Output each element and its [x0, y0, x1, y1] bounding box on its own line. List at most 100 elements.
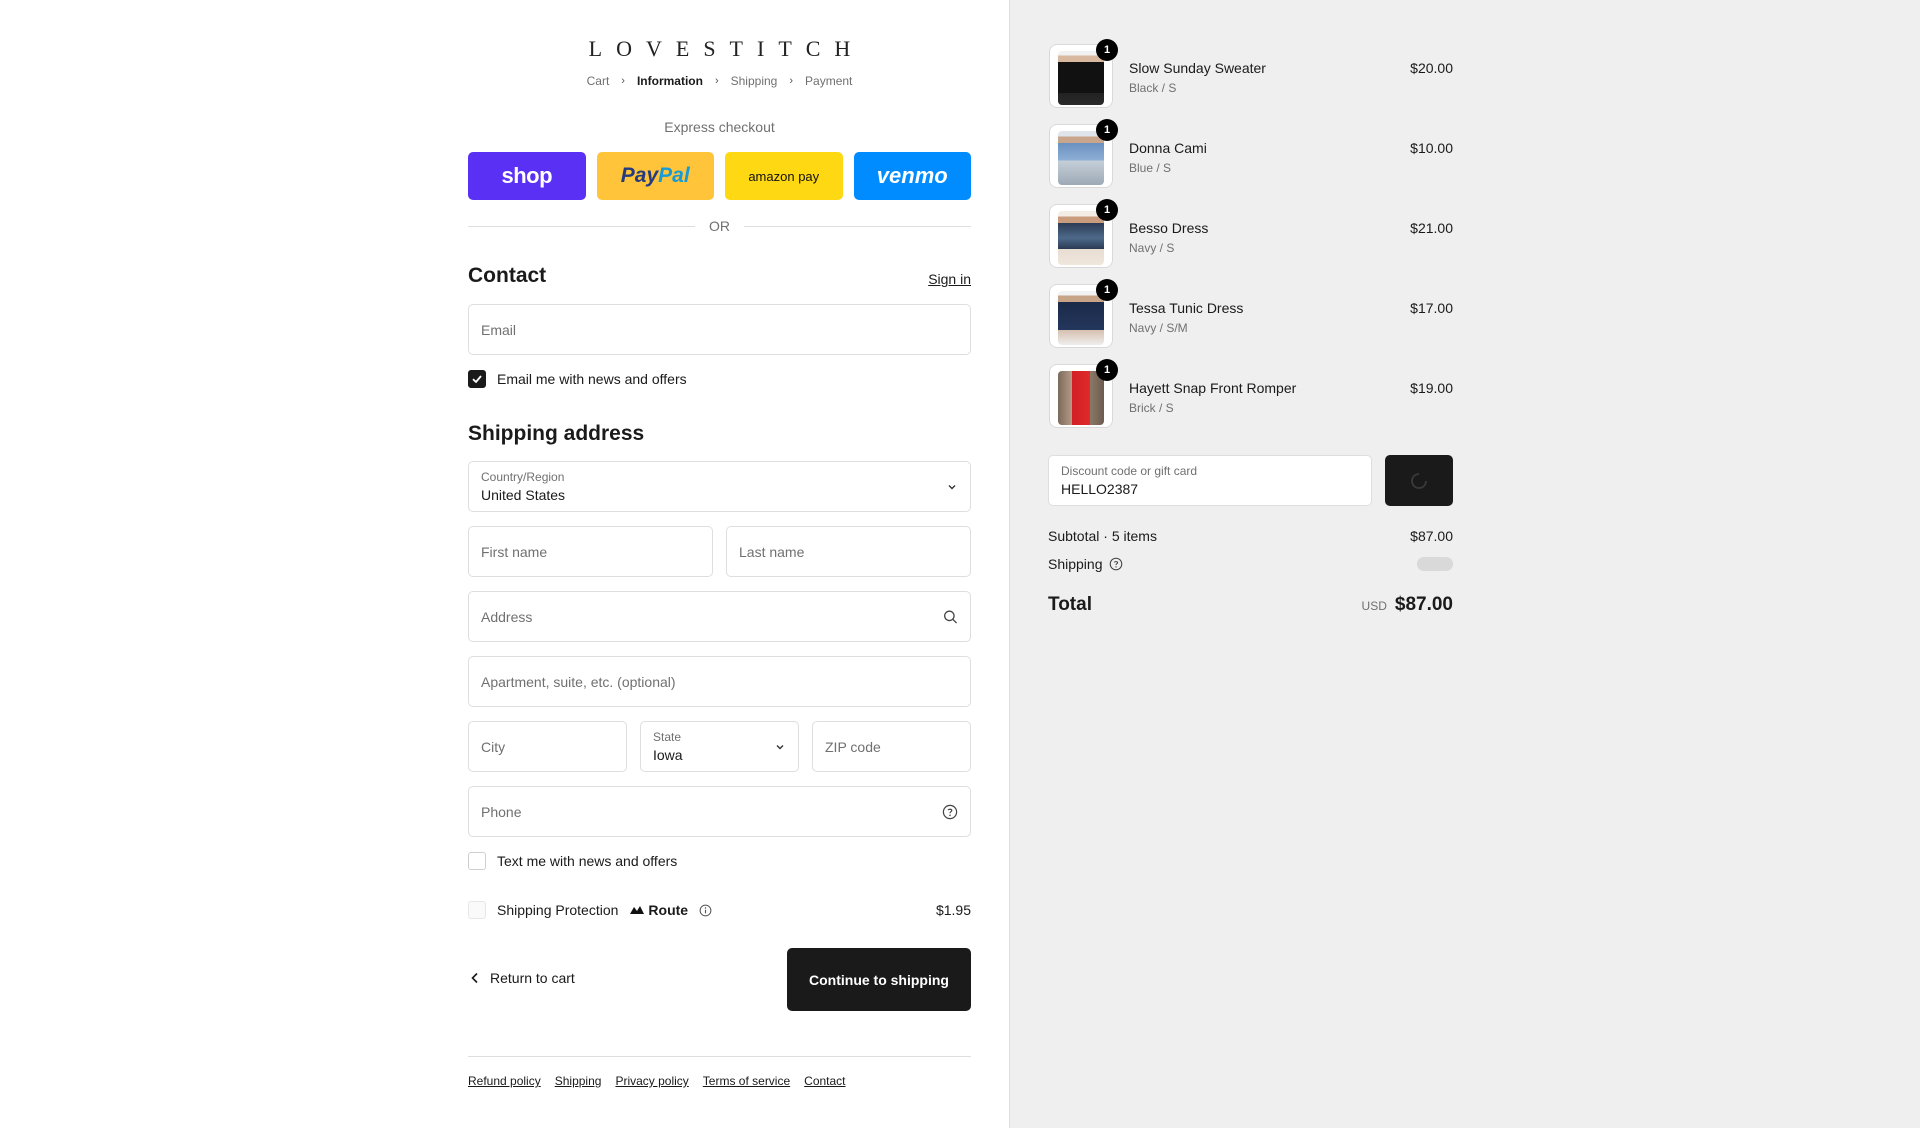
item-variant: Brick / S — [1129, 401, 1174, 415]
return-to-cart-label: Return to cart — [490, 970, 575, 986]
phone-input[interactable] — [469, 787, 970, 836]
info-icon[interactable] — [699, 904, 712, 917]
shipping-protection-checkbox[interactable]: Shipping Protection Route — [468, 901, 712, 919]
cart-item: 1 Besso Dress Navy / S $21.00 — [1049, 199, 1453, 284]
zip-field[interactable] — [812, 721, 971, 772]
address-input[interactable] — [469, 592, 970, 641]
first-name-field[interactable] — [468, 526, 713, 577]
country-select[interactable]: Country/Region United States — [468, 461, 971, 512]
checkbox-unchecked[interactable] — [468, 852, 486, 870]
item-variant: Navy / S — [1129, 241, 1175, 255]
sms-optin-checkbox[interactable]: Text me with news and offers — [468, 852, 677, 870]
item-name: Donna Cami — [1129, 140, 1207, 156]
email-optin-checkbox[interactable]: Email me with news and offers — [468, 370, 687, 388]
product-image — [1058, 51, 1104, 105]
shipping-policy-link[interactable]: Shipping — [555, 1074, 602, 1088]
loading-spinner-icon — [1411, 472, 1427, 489]
item-price: $19.00 — [1410, 380, 1453, 396]
product-thumbnail: 1 — [1049, 119, 1118, 188]
product-image — [1058, 211, 1104, 265]
apartment-input[interactable] — [469, 657, 970, 706]
privacy-policy-link[interactable]: Privacy policy — [615, 1074, 688, 1088]
item-name: Besso Dress — [1129, 220, 1209, 236]
paypal-button[interactable]: Pay Pal — [596, 152, 714, 200]
chevron-right-icon: › — [789, 75, 794, 87]
quantity-badge: 1 — [1096, 279, 1118, 301]
paypal-label-pay: Pay — [620, 164, 659, 187]
product-image — [1058, 291, 1104, 345]
venmo-button[interactable]: venmo — [853, 152, 971, 200]
item-info: Donna Cami Blue / S — [1129, 140, 1207, 175]
subtotal-label: Subtotal · 5 items — [1048, 528, 1157, 544]
item-price: $21.00 — [1410, 220, 1453, 236]
email-field[interactable] — [468, 304, 971, 355]
zip-input[interactable] — [813, 722, 970, 771]
checkmark-icon — [472, 375, 482, 384]
email-optin-label: Email me with news and offers — [497, 371, 687, 387]
discount-label: Discount code or gift card — [1061, 464, 1198, 478]
last-name-field[interactable] — [726, 526, 971, 577]
phone-field[interactable] — [468, 786, 971, 837]
express-checkout-label: Express checkout — [664, 119, 775, 135]
cart-item: 1 Donna Cami Blue / S $10.00 — [1049, 119, 1453, 204]
item-variant: Navy / S/M — [1129, 321, 1188, 335]
divider-line — [468, 225, 695, 227]
first-name-input[interactable] — [469, 527, 712, 576]
checkbox-unchecked[interactable] — [468, 901, 486, 919]
breadcrumb-payment: Payment — [805, 74, 853, 88]
search-icon[interactable] — [943, 609, 958, 624]
paypal-label-pal: Pal — [658, 164, 690, 187]
quantity-badge: 1 — [1096, 39, 1118, 61]
product-thumbnail: 1 — [1049, 359, 1118, 428]
shipping-row: Shipping — [1048, 556, 1453, 572]
item-info: Hayett Snap Front Romper Brick / S — [1129, 380, 1296, 415]
shipping-loading-placeholder — [1417, 557, 1453, 571]
total-label: Total — [1048, 594, 1092, 615]
item-name: Slow Sunday Sweater — [1129, 60, 1266, 76]
sign-in-link[interactable]: Sign in — [928, 271, 971, 287]
item-variant: Blue / S — [1129, 161, 1172, 175]
item-price: $10.00 — [1410, 140, 1453, 156]
state-label: State — [653, 730, 682, 744]
apartment-field[interactable] — [468, 656, 971, 707]
item-price: $20.00 — [1410, 60, 1453, 76]
city-input[interactable] — [469, 722, 626, 771]
total-value-group: USD $87.00 — [1362, 594, 1453, 616]
chevron-down-icon — [774, 741, 786, 753]
item-info: Besso Dress Navy / S — [1129, 220, 1208, 255]
contact-heading: Contact — [468, 264, 547, 287]
city-field[interactable] — [468, 721, 627, 772]
route-label: Route — [648, 902, 689, 918]
return-to-cart-link[interactable]: Return to cart — [470, 970, 575, 986]
product-image — [1058, 131, 1104, 185]
subtotal-value: $87.00 — [1410, 528, 1453, 544]
continue-to-shipping-button[interactable]: Continue to shipping — [787, 948, 971, 1011]
contact-link[interactable]: Contact — [804, 1074, 845, 1088]
help-circle-icon[interactable] — [1109, 557, 1123, 571]
quantity-badge: 1 — [1096, 359, 1118, 381]
shop-pay-button[interactable]: shop — [468, 152, 586, 200]
brand-logo[interactable]: LOVESTITCH — [468, 36, 971, 62]
subtotal-row: Subtotal · 5 items $87.00 — [1048, 528, 1453, 544]
shipping-protection-label: Shipping Protection — [497, 902, 619, 918]
address-field[interactable] — [468, 591, 971, 642]
divider-line — [744, 225, 971, 227]
state-select[interactable]: State Iowa — [640, 721, 799, 772]
chevron-down-icon — [946, 481, 958, 493]
terms-of-service-link[interactable]: Terms of service — [703, 1074, 790, 1088]
apply-discount-button[interactable] — [1385, 455, 1453, 506]
shipping-address-heading: Shipping address — [468, 422, 645, 445]
last-name-input[interactable] — [727, 527, 970, 576]
refund-policy-link[interactable]: Refund policy — [468, 1074, 541, 1088]
breadcrumb-cart[interactable]: Cart — [583, 74, 614, 88]
discount-code-field[interactable]: Discount code or gift card HELLO2387 — [1048, 455, 1372, 506]
checkbox-checked[interactable] — [468, 370, 486, 388]
help-circle-icon[interactable] — [942, 804, 958, 820]
item-info: Slow Sunday Sweater Black / S — [1129, 60, 1266, 95]
shop-pay-label: shop — [501, 163, 553, 188]
item-name: Tessa Tunic Dress — [1129, 300, 1244, 316]
product-image — [1058, 371, 1104, 425]
sms-optin-label: Text me with news and offers — [497, 853, 678, 869]
email-input[interactable] — [469, 305, 970, 354]
amazon-pay-button[interactable]: amazon pay — [725, 152, 843, 200]
